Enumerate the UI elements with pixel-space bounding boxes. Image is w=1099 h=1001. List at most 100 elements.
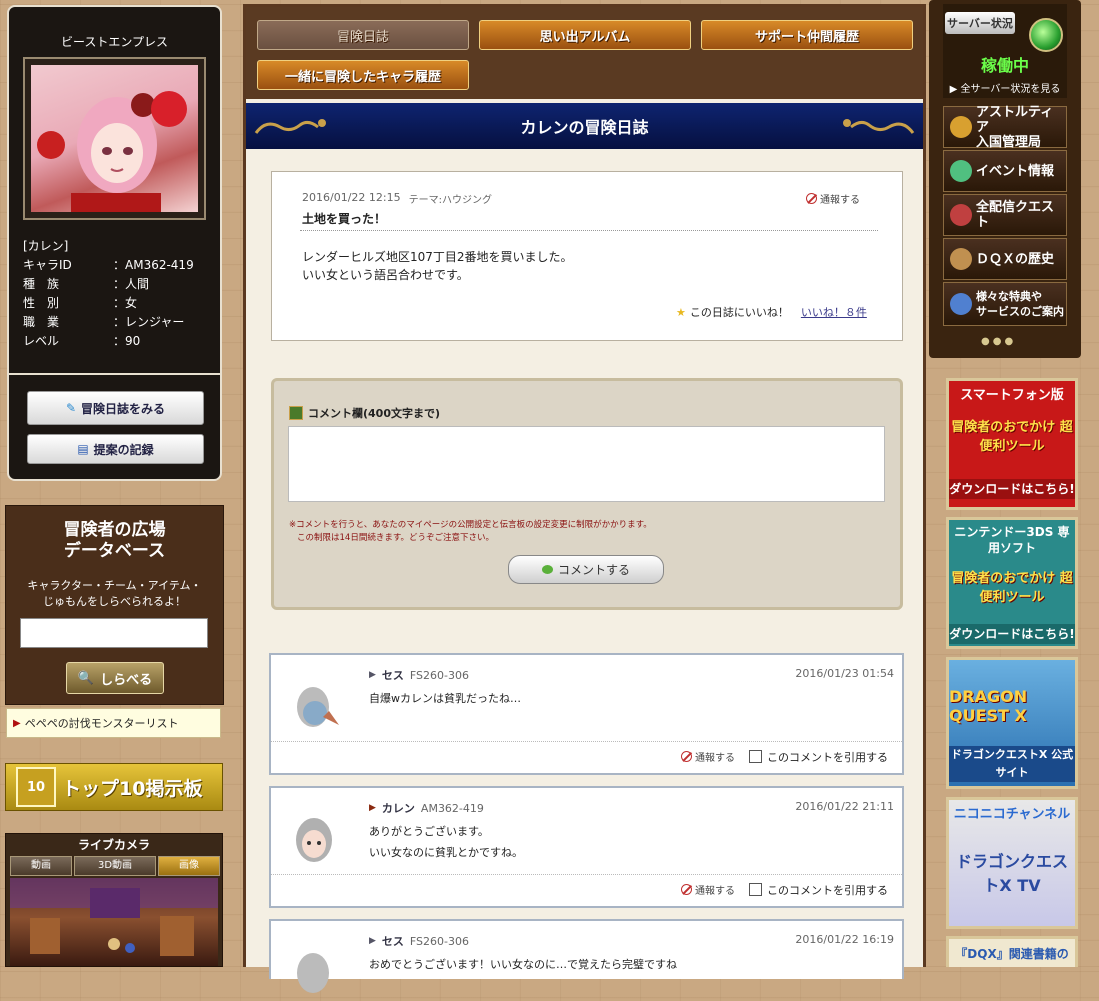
database-panel: 冒険者の広場 データベース キャラクター・チーム・アイテム・ じゅもんをしらべら… — [5, 505, 224, 705]
monster-list-link[interactable]: ▶ ペペペの討伐モンスターリスト — [6, 708, 221, 738]
database-search-input[interactable] — [20, 618, 208, 648]
top10-icon: 10 — [16, 767, 56, 807]
scroll-icon — [950, 248, 972, 270]
stat-row: 性 別：女 — [23, 296, 138, 310]
banner-official-site[interactable]: DRAGON QUEST X ドラゴンクエストX 公式サイト — [946, 657, 1078, 789]
divider — [300, 230, 878, 231]
comment-footer: 通報する このコメントを引用する — [271, 874, 902, 904]
magnifier-icon: 🔍 — [77, 670, 95, 686]
report-icon — [681, 884, 692, 895]
live-camera-image — [10, 878, 218, 966]
banner-books[interactable]: 『DQX』関連書籍の — [946, 936, 1078, 967]
status-orb-icon — [1029, 18, 1063, 52]
triangle-right-icon: ▶ — [369, 803, 376, 813]
nav-all-quests[interactable]: 全配信クエスト — [943, 194, 1067, 236]
pen-icon: ✎ — [65, 401, 77, 415]
checkbox-icon[interactable] — [749, 750, 762, 763]
stat-row: 職 業：レンジャー — [23, 315, 185, 329]
stat-row: 種 族：人間 — [23, 277, 150, 291]
entry-body: レンダーヒルズ地区107丁目2番地を買いました。 いい女という語呂合わせです。 — [302, 250, 573, 282]
database-search-button[interactable]: 🔍 しらべる — [66, 662, 164, 694]
entry-theme: テーマ:ハウジング — [408, 195, 492, 206]
report-link[interactable]: 通報する — [806, 191, 860, 206]
comment-item: ▶ セス FS260-306 2016/01/22 16:19 おめでとうござい… — [269, 919, 904, 993]
quote-checkbox[interactable]: このコメントを引用する — [749, 749, 888, 765]
banner-niconico[interactable]: ニコニコチャンネル ドラゴンクエストX TV — [946, 797, 1078, 929]
all-servers-link[interactable]: ▶ 全サーバー状況を見る — [943, 80, 1067, 95]
database-title: 冒険者の広場 データベース — [63, 520, 166, 561]
tab-3d-video[interactable]: 3D動画 — [74, 856, 156, 876]
ornament-left-icon — [254, 119, 326, 134]
top10-label: トップ10掲示板 — [62, 777, 203, 800]
comment-notice: ※コメントを行うと、あなたのマイページの公開設定と伝言板の設定変更に制限がかかり… — [289, 520, 652, 543]
triangle-right-icon: ▶ — [369, 670, 376, 680]
comment-textarea[interactable] — [288, 426, 885, 502]
comment-body: 自爆wカレンは貧乳だったね… — [369, 692, 521, 705]
banner-smartphone[interactable]: スマートフォン版 冒険者のおでかけ 超便利ツール ダウンロードはこちら! — [946, 378, 1078, 510]
stat-row: キャラID ：AM362-419 — [23, 258, 194, 272]
comment-item: ▶ セス FS260-306 2016/01/23 01:54 自爆wカレンは貧… — [269, 653, 904, 775]
comment-body: おめでとうございます！いい女なのに…で覚えたら完璧ですね — [369, 958, 677, 971]
entry-meta: 2016/01/22 12:15 テーマ:ハウジング — [302, 191, 492, 206]
tab-video[interactable]: 動画 — [10, 856, 72, 876]
comment-item: ▶ カレン AM362-419 2016/01/22 21:11 ありがとうござ… — [269, 786, 904, 908]
list-icon: ▤ — [77, 442, 89, 456]
tab-diary[interactable]: 冒険日誌 — [257, 20, 469, 50]
server-status-box[interactable]: サーバー状況 稼働中 ▶ 全サーバー状況を見る — [943, 4, 1067, 98]
banner-3ds[interactable]: ニンテンドー3DS 専用ソフト 冒険者のおでかけ 超便利ツール ダウンロードはこ… — [946, 517, 1078, 649]
report-icon — [681, 751, 692, 762]
checkbox-icon[interactable] — [749, 883, 762, 896]
avatar — [297, 687, 339, 727]
character-portrait — [31, 65, 198, 212]
like-count-link[interactable]: いいね！８件 — [801, 304, 867, 320]
triangle-right-icon: ▶ — [13, 717, 21, 729]
tab-album[interactable]: 思い出アルバム — [479, 20, 691, 50]
character-portrait-frame — [23, 57, 206, 220]
server-status-text: 稼働中 — [980, 56, 1029, 75]
diary-header: カレンの冒険日誌 — [246, 103, 923, 149]
speech-bubble-icon — [541, 565, 553, 574]
nav-benefits-services[interactable]: 様々な特典や サービスのご案内 — [943, 282, 1067, 326]
pagination-dots: ●●● — [981, 336, 1017, 347]
tab-image[interactable]: 画像 — [158, 856, 220, 876]
nav-immigration-office[interactable]: アストルティア 入国管理局 — [943, 105, 1067, 150]
star-icon: ★ — [676, 305, 686, 319]
comment-body: ありがとうございます。 いい女なのに貧乳とかですね。 — [369, 825, 523, 859]
stat-row: レベル ：90 — [23, 334, 141, 348]
comment-footer: 通報する このコメントを引用する — [271, 741, 902, 771]
right-sidebar: サーバー状況 稼働中 ▶ 全サーバー状況を見る アストルティア 入国管理局 イベン… — [929, 0, 1081, 358]
database-description: キャラクター・チーム・アイテム・ じゅもんをしらべられるよ！ — [27, 579, 202, 608]
comment-author: ▶ カレン AM362-419 — [369, 801, 484, 816]
live-camera-panel: ライブカメラ 動画 3D動画 画像 — [5, 833, 223, 967]
report-link[interactable]: 通報する — [681, 882, 735, 897]
like-area: ★ この日誌にいいね！ いいね！８件 — [676, 304, 867, 320]
diary-tabs-bar: 冒険日誌 思い出アルバム サポート仲間履歴 一緒に冒険したキャラ履歴 — [246, 7, 923, 99]
divider — [9, 373, 220, 375]
quote-checkbox[interactable]: このコメントを引用する — [749, 882, 888, 898]
tab-support-history[interactable]: サポート仲間履歴 — [701, 20, 913, 50]
server-status-title: サーバー状況 — [945, 12, 1015, 34]
top10-board-link[interactable]: 10 トップ10掲示板 — [5, 763, 223, 811]
quest-icon — [950, 204, 972, 226]
nav-dqx-history[interactable]: ＤＱＸの歴史 — [943, 238, 1067, 280]
character-panel: ビーストエンプレス [カレン] キャラID ：AM362-419 種 族：人間 性… — [7, 5, 222, 481]
proposals-button[interactable]: ▤ 提案の記録 — [27, 434, 204, 464]
report-link[interactable]: 通報する — [681, 749, 735, 764]
avatar — [297, 953, 329, 993]
diary-entry: 2016/01/22 12:15 テーマ:ハウジング 通報する 土地を買った！ … — [271, 171, 903, 341]
comment-submit-button[interactable]: コメントする — [508, 555, 664, 584]
comment-author: ▶ セス FS260-306 — [369, 668, 469, 683]
tab-companion-history[interactable]: 一緒に冒険したキャラ履歴 — [257, 60, 469, 90]
triangle-right-icon: ▶ — [369, 936, 376, 946]
live-camera-title: ライブカメラ — [77, 838, 150, 852]
comment-author: ▶ セス FS260-306 — [369, 934, 469, 949]
comment-form: コメント欄(400文字まで) ※コメントを行うと、あなたのマイページの公開設定と… — [271, 378, 903, 610]
triangle-right-icon: ▶ — [949, 84, 961, 95]
view-diary-button[interactable]: ✎ 冒険日誌をみる — [27, 391, 204, 425]
slime-icon — [950, 293, 972, 315]
lamp-icon — [950, 116, 972, 138]
nav-event-info[interactable]: イベント情報 — [943, 150, 1067, 192]
comment-form-label: コメント欄(400文字まで) — [289, 405, 440, 421]
entry-date: 2016/01/22 12:15 — [302, 191, 401, 204]
comment-date: 2016/01/23 01:54 — [795, 667, 894, 680]
